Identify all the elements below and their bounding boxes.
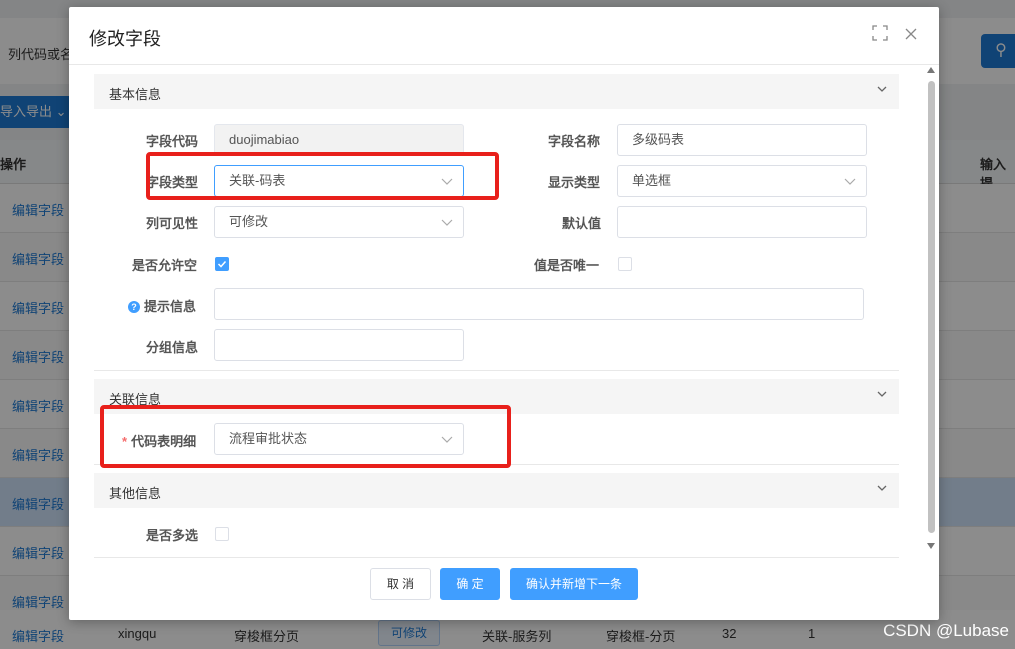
highlight-box-field-type xyxy=(146,152,499,200)
allow-null-checkbox[interactable] xyxy=(215,257,229,271)
section-other-title: 其他信息 xyxy=(109,486,162,501)
display-type-select[interactable]: 单选框 xyxy=(617,165,867,197)
label-hint-text: 提示信息 xyxy=(144,299,197,314)
divider xyxy=(94,370,899,371)
chevron-down-icon xyxy=(877,391,887,397)
label-is-unique: 值是否唯一 xyxy=(534,258,600,273)
multi-select-checkbox[interactable] xyxy=(215,527,229,541)
dialog-footer: 取 消 确 定 确认并新增下一条 xyxy=(69,562,939,612)
label-hint: ? 提示信息 xyxy=(128,296,196,315)
group-input[interactable] xyxy=(214,329,464,361)
chevron-down-icon xyxy=(877,485,887,491)
check-icon xyxy=(217,260,227,268)
section-other-header[interactable]: 其他信息 xyxy=(94,473,899,508)
dialog-title: 修改字段 xyxy=(89,29,161,49)
section-basic-header[interactable]: 基本信息 xyxy=(94,74,899,109)
label-column-visibility: 列可见性 xyxy=(146,216,199,231)
label-multi-select: 是否多选 xyxy=(146,528,199,543)
column-visibility-select[interactable]: 可修改 xyxy=(214,206,464,238)
label-group: 分组信息 xyxy=(146,340,199,355)
is-unique-checkbox[interactable] xyxy=(618,257,632,271)
dialog-header: 修改字段 xyxy=(69,7,939,65)
cancel-button[interactable]: 取 消 xyxy=(370,568,431,600)
dialog-body: 基本信息 字段代码 duojimabiao 字段名称 多级码表 字段类型 关联-… xyxy=(94,67,900,558)
close-icon[interactable] xyxy=(901,25,921,45)
chevron-down-icon xyxy=(844,178,856,185)
chevron-down-icon xyxy=(877,86,887,92)
scroll-up-arrow[interactable] xyxy=(927,67,935,73)
confirm-and-add-next-button[interactable]: 确认并新增下一条 xyxy=(510,568,638,600)
label-field-name: 字段名称 xyxy=(548,134,601,149)
ok-button[interactable]: 确 定 xyxy=(440,568,500,600)
hint-input[interactable] xyxy=(214,288,864,320)
field-name-input[interactable]: 多级码表 xyxy=(617,124,867,156)
highlight-box-code-table xyxy=(100,405,511,468)
scroll-thumb[interactable] xyxy=(928,81,935,533)
dialog-scrollbar[interactable] xyxy=(926,67,936,552)
column-visibility-value: 可修改 xyxy=(229,214,269,229)
label-display-type: 显示类型 xyxy=(548,175,601,190)
display-type-value: 单选框 xyxy=(632,173,672,188)
help-icon[interactable]: ? xyxy=(128,301,140,313)
label-allow-null: 是否允许空 xyxy=(132,258,198,273)
label-default-value: 默认值 xyxy=(562,216,602,231)
watermark: CSDN @Lubase xyxy=(883,621,1009,640)
chevron-down-icon xyxy=(441,219,453,226)
scroll-down-arrow[interactable] xyxy=(927,543,935,549)
divider xyxy=(94,557,899,558)
default-value-input[interactable] xyxy=(617,206,867,238)
label-field-code: 字段代码 xyxy=(146,134,199,149)
fullscreen-icon[interactable] xyxy=(870,25,890,45)
edit-field-dialog: 修改字段 基本信息 字段代码 duojimabiao 字段名称 多级码表 字段类… xyxy=(69,7,939,620)
section-basic-title: 基本信息 xyxy=(109,87,162,102)
